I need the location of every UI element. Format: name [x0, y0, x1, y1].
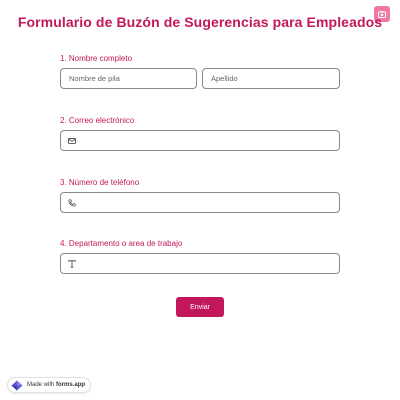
question-label-department: 4. Departamento o area de trabajo — [60, 239, 183, 248]
last-name-input[interactable] — [203, 69, 339, 88]
question-label-phone: 3. Número de teléfono — [60, 178, 140, 187]
phone-field[interactable] — [60, 192, 340, 213]
phone-input[interactable] — [79, 193, 339, 212]
question-label-full-name: 1. Nombre completo — [60, 54, 133, 63]
phone-icon — [65, 193, 79, 212]
email-input[interactable] — [79, 131, 339, 150]
badge-brand: forms.app — [56, 382, 86, 388]
badge-text: Made with forms.app — [27, 382, 86, 388]
last-name-field[interactable] — [202, 68, 340, 89]
department-field[interactable] — [60, 253, 340, 274]
department-input[interactable] — [79, 254, 339, 273]
submit-button[interactable]: Enviar — [176, 297, 224, 317]
envelope-icon — [65, 131, 79, 150]
text-icon — [65, 254, 79, 273]
forms-app-logo-icon — [11, 380, 23, 390]
email-field[interactable] — [60, 130, 340, 151]
made-with-badge[interactable]: Made with forms.app — [7, 377, 91, 393]
form-title: Formulario de Buzón de Sugerencias para … — [17, 14, 383, 30]
question-label-email: 2. Correo electrónico — [60, 116, 135, 125]
first-name-input[interactable] — [61, 69, 196, 88]
first-name-field[interactable] — [60, 68, 197, 89]
